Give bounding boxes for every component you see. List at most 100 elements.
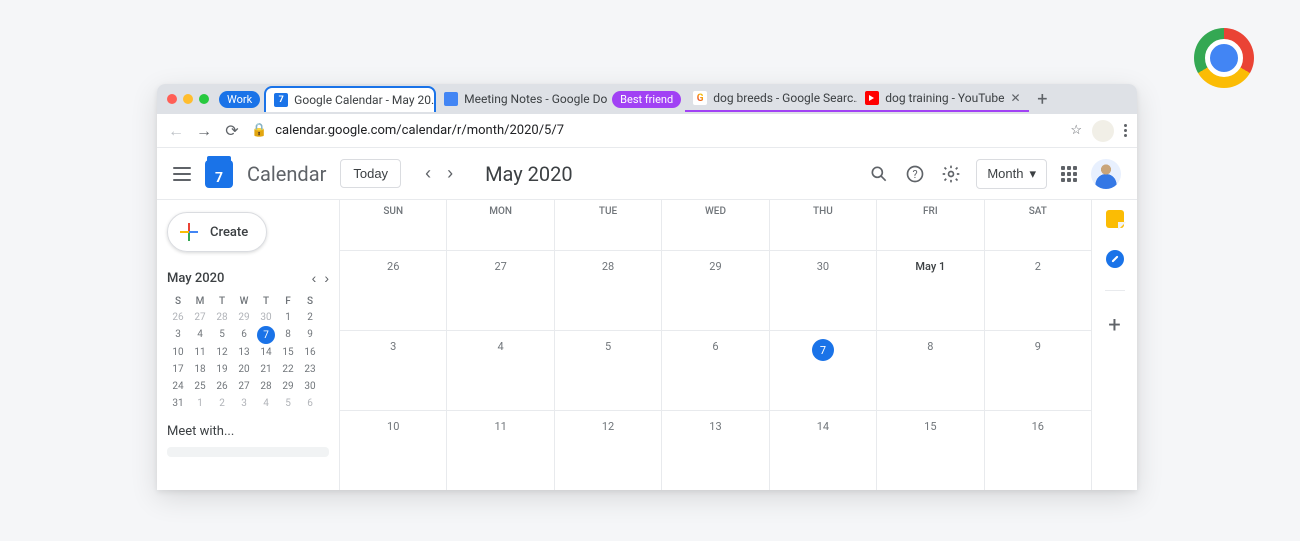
mini-day[interactable]: 4: [189, 326, 211, 344]
chrome-menu-icon[interactable]: [1124, 124, 1127, 137]
bookmark-star-icon[interactable]: ☆: [1070, 123, 1082, 138]
mini-day[interactable]: 30: [299, 378, 321, 395]
mini-day[interactable]: 1: [277, 309, 299, 326]
tab-group-bestfriend[interactable]: Best friend: [612, 91, 681, 108]
day-cell[interactable]: 14: [769, 410, 876, 490]
mini-day[interactable]: 19: [211, 361, 233, 378]
help-icon[interactable]: ?: [904, 163, 926, 185]
tab-calendar[interactable]: 7 Google Calendar - May 20… ✕: [264, 86, 436, 112]
tab-youtube[interactable]: dog training - YouTube ✕: [857, 86, 1029, 112]
day-cell[interactable]: 13: [661, 410, 768, 490]
mini-day[interactable]: 11: [189, 344, 211, 361]
prev-month-button[interactable]: ‹: [419, 159, 437, 188]
day-cell[interactable]: 3: [339, 330, 446, 410]
mini-day[interactable]: 4: [255, 395, 277, 412]
mini-calendar[interactable]: SMTWTFS262728293012345678910111213141516…: [167, 294, 329, 412]
mini-day[interactable]: 30: [255, 309, 277, 326]
mini-day[interactable]: 2: [299, 309, 321, 326]
search-icon[interactable]: [868, 163, 890, 185]
tab-docs[interactable]: Meeting Notes - Google Do… ✕: [436, 86, 608, 112]
get-addons-button[interactable]: +: [1108, 313, 1120, 338]
mini-day[interactable]: 26: [167, 309, 189, 326]
mini-day[interactable]: 26: [211, 378, 233, 395]
mini-day[interactable]: 6: [299, 395, 321, 412]
address-bar[interactable]: 🔒 calendar.google.com/calendar/r/month/2…: [251, 123, 1082, 138]
mini-day[interactable]: 7: [257, 326, 275, 344]
settings-gear-icon[interactable]: [940, 163, 962, 185]
mini-day[interactable]: 27: [233, 378, 255, 395]
mini-day[interactable]: 12: [211, 344, 233, 361]
mini-prev-button[interactable]: ‹: [312, 270, 317, 286]
mini-day[interactable]: 24: [167, 378, 189, 395]
day-cell[interactable]: 2: [984, 250, 1091, 330]
account-avatar[interactable]: [1091, 159, 1121, 189]
tab-search[interactable]: dog breeds - Google Searc… ✕: [685, 86, 857, 112]
new-tab-button[interactable]: +: [1029, 89, 1055, 110]
mini-day[interactable]: 27: [189, 309, 211, 326]
mini-day[interactable]: 3: [233, 395, 255, 412]
view-selector[interactable]: Month ▾: [976, 159, 1047, 189]
mini-day[interactable]: 15: [277, 344, 299, 361]
minimize-window-icon[interactable]: [183, 94, 193, 104]
profile-avatar[interactable]: [1092, 120, 1114, 142]
day-cell[interactable]: 5: [554, 330, 661, 410]
day-cell[interactable]: 6: [661, 330, 768, 410]
date-grid[interactable]: 2627282930May 12 3456789 10111213141516: [339, 250, 1091, 490]
day-cell[interactable]: 10: [339, 410, 446, 490]
back-button[interactable]: ←: [167, 122, 185, 140]
day-cell[interactable]: 8: [876, 330, 983, 410]
forward-button[interactable]: →: [195, 122, 213, 140]
mini-day[interactable]: 18: [189, 361, 211, 378]
mini-day[interactable]: 29: [233, 309, 255, 326]
mini-day[interactable]: 29: [277, 378, 299, 395]
maximize-window-icon[interactable]: [199, 94, 209, 104]
mini-day[interactable]: 14: [255, 344, 277, 361]
mini-day[interactable]: 20: [233, 361, 255, 378]
day-cell[interactable]: 4: [446, 330, 553, 410]
mini-day[interactable]: 17: [167, 361, 189, 378]
day-cell[interactable]: 16: [984, 410, 1091, 490]
day-cell[interactable]: 11: [446, 410, 553, 490]
mini-next-button[interactable]: ›: [324, 270, 329, 286]
mini-day[interactable]: 23: [299, 361, 321, 378]
close-window-icon[interactable]: [167, 94, 177, 104]
keep-icon[interactable]: [1106, 210, 1124, 228]
mini-day[interactable]: 6: [233, 326, 255, 344]
mini-day[interactable]: 5: [211, 326, 233, 344]
mini-day[interactable]: 10: [167, 344, 189, 361]
day-cell[interactable]: 12: [554, 410, 661, 490]
day-cell[interactable]: 7: [769, 330, 876, 410]
mini-day[interactable]: 25: [189, 378, 211, 395]
day-cell[interactable]: 9: [984, 330, 1091, 410]
main-menu-icon[interactable]: [173, 167, 191, 181]
mini-day[interactable]: 2: [211, 395, 233, 412]
close-tab-icon[interactable]: ✕: [1011, 91, 1021, 105]
mini-day[interactable]: 31: [167, 395, 189, 412]
day-cell[interactable]: 15: [876, 410, 983, 490]
day-cell[interactable]: 27: [446, 250, 553, 330]
mini-day[interactable]: 9: [299, 326, 321, 344]
mini-day[interactable]: 28: [255, 378, 277, 395]
meet-with-input[interactable]: [167, 447, 329, 457]
day-cell[interactable]: May 1: [876, 250, 983, 330]
mini-day[interactable]: 16: [299, 344, 321, 361]
mini-day[interactable]: 1: [189, 395, 211, 412]
tab-group-work[interactable]: Work: [219, 91, 260, 108]
today-button[interactable]: Today: [340, 159, 401, 188]
mini-day[interactable]: 3: [167, 326, 189, 344]
mini-day[interactable]: 8: [277, 326, 299, 344]
day-cell[interactable]: 28: [554, 250, 661, 330]
day-cell[interactable]: 30: [769, 250, 876, 330]
mini-day[interactable]: 5: [277, 395, 299, 412]
mini-day[interactable]: 22: [277, 361, 299, 378]
day-cell[interactable]: 26: [339, 250, 446, 330]
google-apps-icon[interactable]: [1061, 166, 1077, 182]
tasks-icon[interactable]: [1106, 250, 1124, 268]
mini-day[interactable]: 21: [255, 361, 277, 378]
create-button[interactable]: Create: [167, 212, 267, 252]
traffic-lights[interactable]: [165, 94, 215, 104]
reload-button[interactable]: ⟳: [223, 122, 241, 140]
mini-day[interactable]: 28: [211, 309, 233, 326]
mini-day[interactable]: 13: [233, 344, 255, 361]
day-cell[interactable]: 29: [661, 250, 768, 330]
